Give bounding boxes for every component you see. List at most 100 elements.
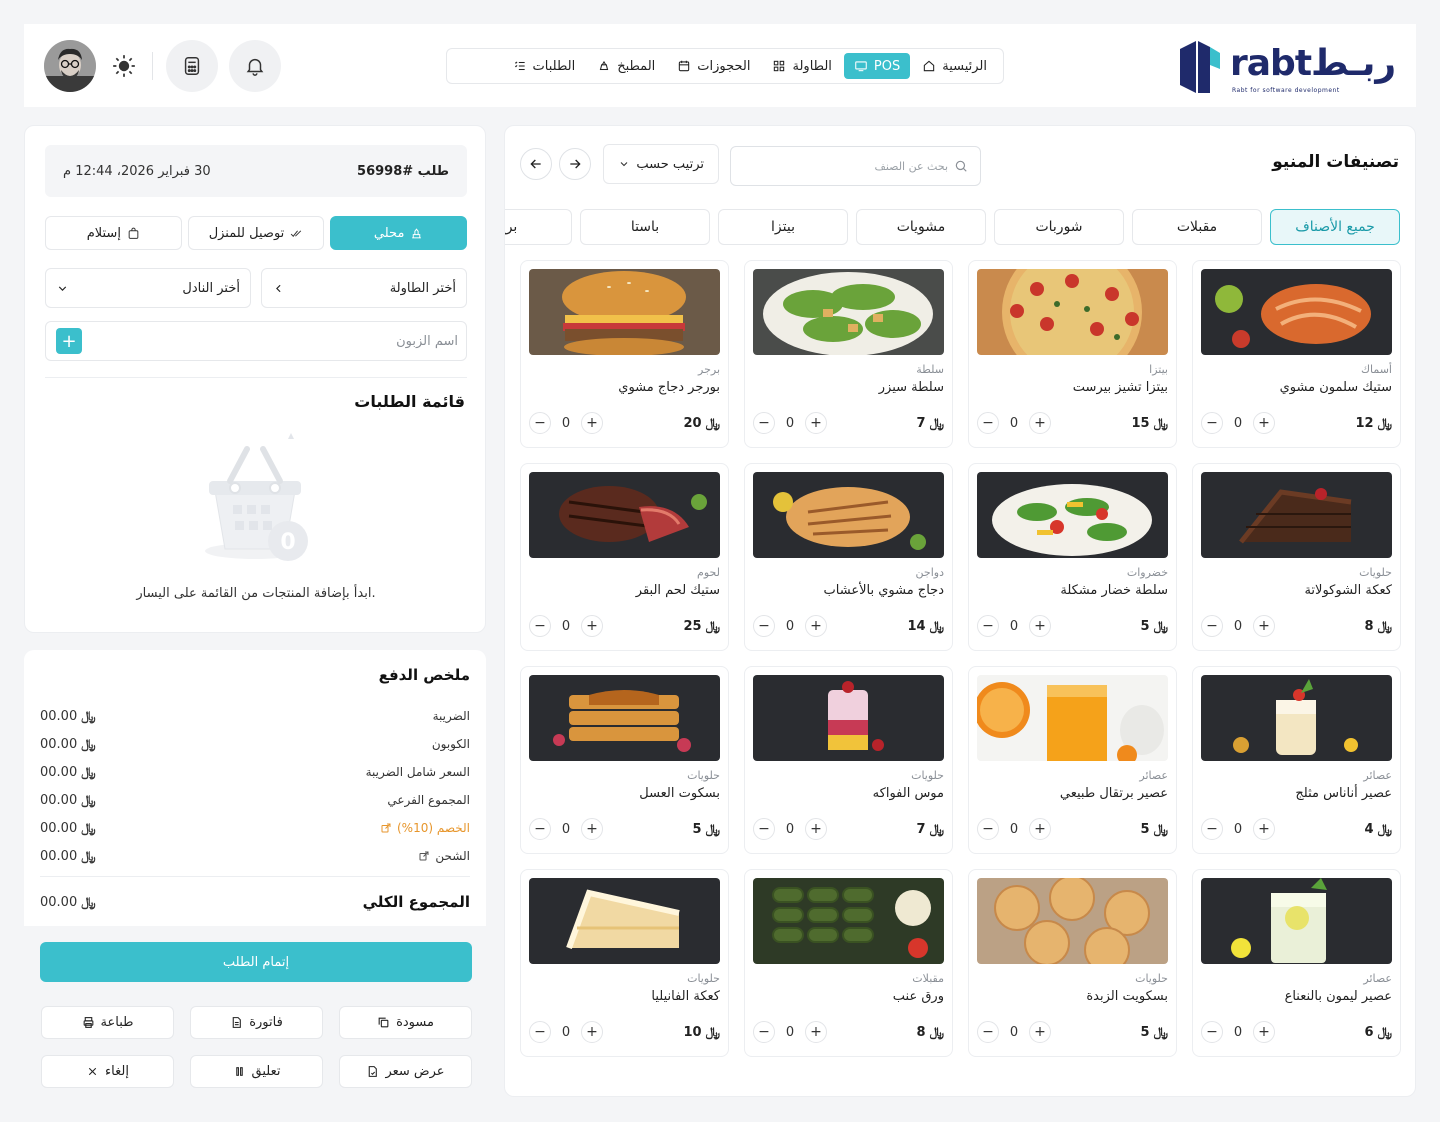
- quantity-stepper: + 0 −: [977, 818, 1051, 840]
- complete-order-button[interactable]: إتمام الطلب: [40, 942, 472, 982]
- action-button-2[interactable]: طباعة: [41, 1006, 174, 1039]
- arrow-left-icon: [530, 159, 541, 169]
- nav-2[interactable]: الطاولة: [762, 53, 841, 79]
- customer-name-field[interactable]: اسم الزبون +: [45, 321, 467, 361]
- decrease-quantity-button[interactable]: −: [1201, 818, 1223, 840]
- action-button-4[interactable]: تعليق: [190, 1055, 323, 1088]
- decrease-quantity-button[interactable]: −: [977, 1021, 999, 1043]
- calculator-button[interactable]: [166, 40, 218, 92]
- increase-quantity-button[interactable]: +: [1029, 412, 1051, 434]
- riyal-icon: ﷼: [1377, 618, 1392, 634]
- category-tab-0[interactable]: جميع الأصناف: [1270, 209, 1400, 245]
- quantity-stepper: + 0 −: [977, 1021, 1051, 1043]
- category-tab-2[interactable]: شوربات: [994, 209, 1124, 245]
- decrease-quantity-button[interactable]: −: [529, 412, 551, 434]
- menu-item-card[interactable]: لحوم ستيك لحم البقر ﷼ 25 + 0 −: [520, 463, 729, 651]
- increase-quantity-button[interactable]: +: [1253, 615, 1275, 637]
- nav-3[interactable]: الحجوزات: [667, 53, 760, 79]
- next-arrow-button[interactable]: [559, 148, 591, 180]
- order-type-pickup[interactable]: إستلام: [44, 216, 182, 250]
- menu-item-card[interactable]: عصائر عصير ليمون بالنعناع ﷼ 6 + 0 −: [1192, 869, 1401, 1057]
- increase-quantity-button[interactable]: +: [805, 412, 827, 434]
- action-button-5[interactable]: إلغاء: [41, 1055, 174, 1088]
- action-button-3[interactable]: عرض سعر: [339, 1055, 472, 1088]
- menu-item-card[interactable]: حلويات كعكة الفانيليا ﷼ 10 + 0 −: [520, 869, 729, 1057]
- menu-item-price: ﷼ 12: [1355, 415, 1393, 431]
- menu-item-card[interactable]: حلويات بسكوت العسل ﷼ 5 + 0 −: [520, 666, 729, 854]
- quantity-stepper: + 0 −: [977, 615, 1051, 637]
- menu-item-card[interactable]: حلويات موس الفواكه ﷼ 7 + 0 −: [744, 666, 953, 854]
- increase-quantity-button[interactable]: +: [581, 1021, 603, 1043]
- menu-item-card[interactable]: برجر بورجر دجاج مشوي ﷼ 20 + 0 −: [520, 260, 729, 448]
- increase-quantity-button[interactable]: +: [581, 818, 603, 840]
- brand-logo[interactable]: rabtربـط Rabt for software development: [1180, 37, 1397, 97]
- increase-quantity-button[interactable]: +: [805, 1021, 827, 1043]
- category-tab-1[interactable]: مقبلات: [1132, 209, 1262, 245]
- increase-quantity-button[interactable]: +: [1253, 412, 1275, 434]
- increase-quantity-button[interactable]: +: [1029, 615, 1051, 637]
- category-tab-3[interactable]: مشويات: [856, 209, 986, 245]
- decrease-quantity-button[interactable]: −: [1201, 1021, 1223, 1043]
- order-type-delivery[interactable]: توصيل للمنزل: [187, 216, 325, 250]
- sort-dropdown[interactable]: ترتيب حسب: [603, 144, 719, 184]
- decrease-quantity-button[interactable]: −: [529, 615, 551, 637]
- menu-item-category: حلويات: [1359, 566, 1392, 579]
- category-tab-6[interactable]: برج: [505, 209, 572, 245]
- notifications-button[interactable]: [229, 40, 281, 92]
- menu-item-image: [753, 269, 944, 355]
- decrease-quantity-button[interactable]: −: [977, 615, 999, 637]
- prev-arrow-button[interactable]: [520, 148, 552, 180]
- decrease-quantity-button[interactable]: −: [529, 818, 551, 840]
- increase-quantity-button[interactable]: +: [581, 412, 603, 434]
- payment-row-label: المجموع الفرعي: [387, 793, 470, 807]
- decrease-quantity-button[interactable]: −: [529, 1021, 551, 1043]
- edit-icon[interactable]: [380, 822, 392, 834]
- calculator-icon: [184, 57, 200, 75]
- menu-item-card[interactable]: خضروات سلطة خضار مشكلة ﷼ 5 + 0 −: [968, 463, 1177, 651]
- menu-item-card[interactable]: حلويات كعكة الشوكولاتة ﷼ 8 + 0 −: [1192, 463, 1401, 651]
- decrease-quantity-button[interactable]: −: [753, 615, 775, 637]
- decrease-quantity-button[interactable]: −: [753, 412, 775, 434]
- menu-item-card[interactable]: عصائر عصير برتقال طبيعي ﷼ 5 + 0 −: [968, 666, 1177, 854]
- increase-quantity-button[interactable]: +: [581, 615, 603, 637]
- increase-quantity-button[interactable]: +: [805, 818, 827, 840]
- menu-item-price: ﷼ 7: [916, 821, 944, 837]
- riyal-icon: ﷼: [1153, 415, 1168, 431]
- category-tab-5[interactable]: باستا: [580, 209, 710, 245]
- menu-item-price: ﷼ 5: [1140, 618, 1168, 634]
- theme-toggle[interactable]: [110, 52, 138, 80]
- increase-quantity-button[interactable]: +: [805, 615, 827, 637]
- action-button-0[interactable]: مسودة: [339, 1006, 472, 1039]
- menu-item-card[interactable]: أسماك ستيك سلمون مشوي ﷼ 12 + 0 −: [1192, 260, 1401, 448]
- increase-quantity-button[interactable]: +: [1253, 818, 1275, 840]
- nav-1[interactable]: POS: [843, 53, 911, 79]
- menu-item-card[interactable]: مقبلات ورق عنب ﷼ 8 + 0 −: [744, 869, 953, 1057]
- nav-4[interactable]: المطبخ: [587, 53, 665, 79]
- action-button-1[interactable]: فاتورة: [190, 1006, 323, 1039]
- menu-item-card[interactable]: سلطة سلطة سيزر ﷼ 7 + 0 −: [744, 260, 953, 448]
- category-tab-4[interactable]: بيتزا: [718, 209, 848, 245]
- nav-0[interactable]: الرئيسية: [912, 53, 997, 79]
- menu-item-card[interactable]: عصائر عصير أناناس مثلج ﷼ 4 + 0 −: [1192, 666, 1401, 854]
- decrease-quantity-button[interactable]: −: [977, 818, 999, 840]
- order-type-dine-in[interactable]: محلي: [330, 216, 467, 250]
- decrease-quantity-button[interactable]: −: [753, 818, 775, 840]
- search-input[interactable]: بحث عن الصنف: [730, 146, 981, 186]
- menu-item-card[interactable]: بيتزا بيتزا تشيز بيرست ﷼ 15 + 0 −: [968, 260, 1177, 448]
- menu-item-card[interactable]: دواجن دجاج مشوي بالأعشاب ﷼ 14 + 0 −: [744, 463, 953, 651]
- add-customer-button[interactable]: +: [56, 328, 82, 354]
- decrease-quantity-button[interactable]: −: [753, 1021, 775, 1043]
- increase-quantity-button[interactable]: +: [1029, 1021, 1051, 1043]
- edit-icon[interactable]: [418, 850, 430, 862]
- decrease-quantity-button[interactable]: −: [977, 412, 999, 434]
- decrease-quantity-button[interactable]: −: [1201, 412, 1223, 434]
- waiter-select[interactable]: أختر النادل: [45, 268, 251, 308]
- increase-quantity-button[interactable]: +: [1029, 818, 1051, 840]
- increase-quantity-button[interactable]: +: [1253, 1021, 1275, 1043]
- decrease-quantity-button[interactable]: −: [1201, 615, 1223, 637]
- nav-5[interactable]: الطلبات: [503, 53, 586, 79]
- table-select[interactable]: أختر الطاولة: [261, 268, 467, 308]
- menu-item-card[interactable]: حلويات بسكويت الزبدة ﷼ 5 + 0 −: [968, 869, 1177, 1057]
- user-avatar[interactable]: [44, 40, 96, 92]
- riyal-icon: ﷼: [1377, 1024, 1392, 1040]
